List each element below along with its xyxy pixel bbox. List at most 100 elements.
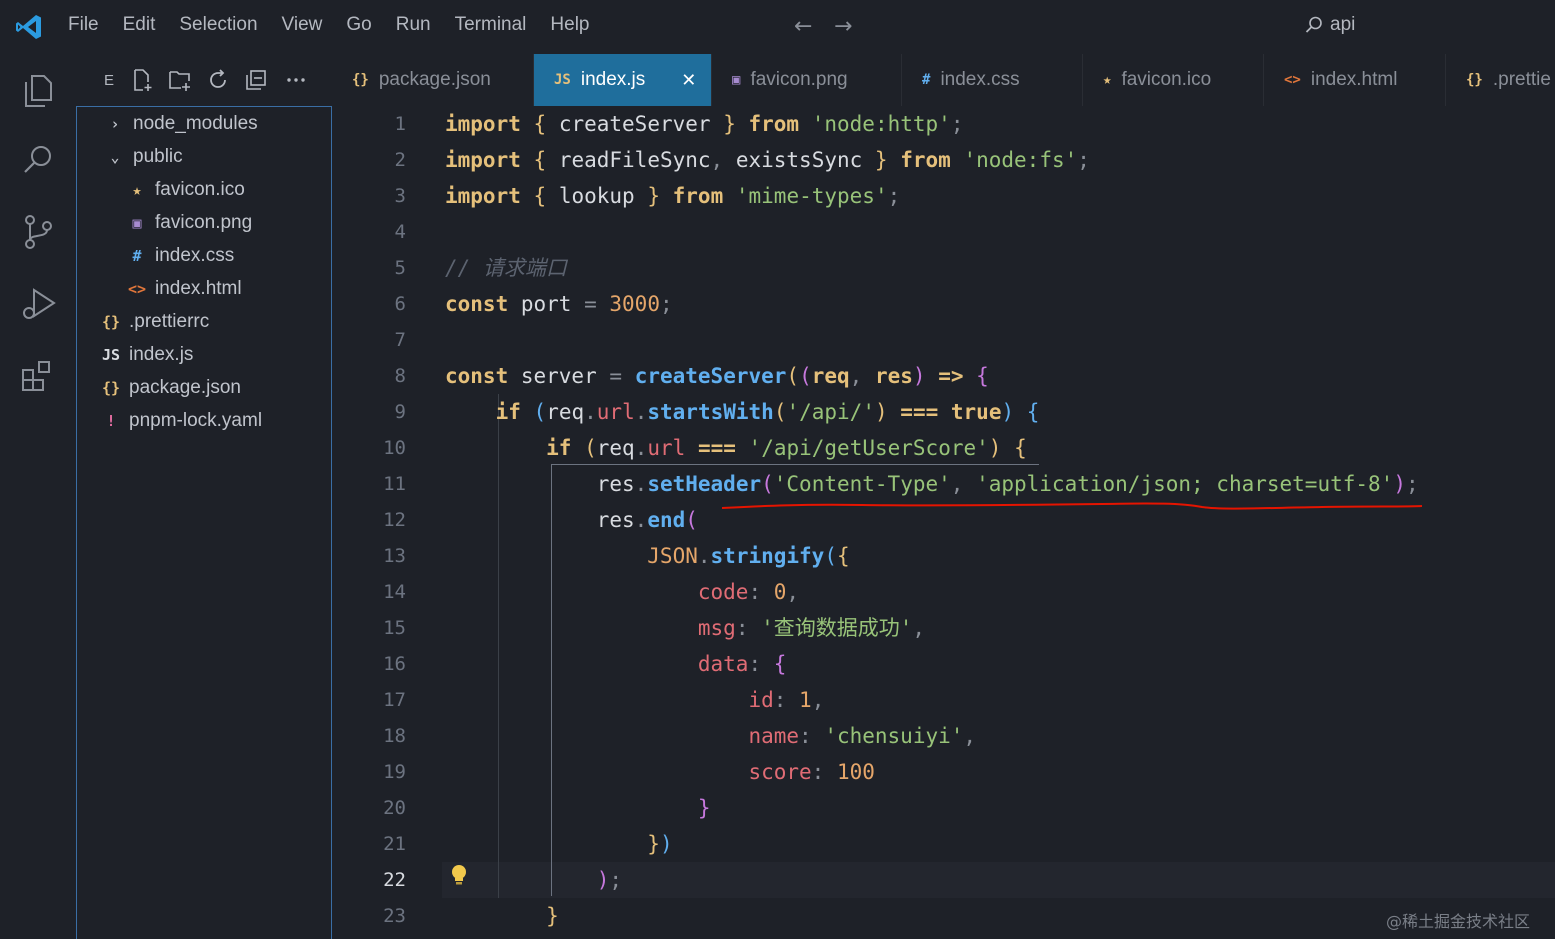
arrow-left-icon[interactable]: ← — [794, 14, 812, 39]
tree-item-index-html[interactable]: <> index.html — [127, 272, 242, 305]
file-type-icon: ! — [106, 411, 116, 430]
tab-label: .prettie — [1492, 69, 1551, 90]
tree-item-index-css[interactable]: # index.css — [127, 239, 234, 272]
extensions-icon[interactable] — [18, 356, 58, 396]
tab-label: index.css — [940, 69, 1020, 90]
line-number: 18 — [383, 725, 406, 747]
code-line: if (req.url.startsWith('/api/') === true… — [495, 400, 1040, 424]
menu-item-terminal[interactable]: Terminal — [443, 14, 539, 36]
explorer-toolbar: E — [76, 54, 332, 106]
refresh-icon[interactable] — [206, 68, 230, 92]
tab-prettie[interactable]: {} .prettie — [1446, 54, 1555, 106]
close-icon[interactable]: ✕ — [681, 70, 696, 91]
chevron-icon: › — [110, 114, 120, 133]
source-control-icon[interactable] — [18, 212, 58, 252]
tab-favicon-ico[interactable]: ★ favicon.ico — [1083, 54, 1264, 106]
tab-index-html[interactable]: <> index.html — [1264, 54, 1446, 106]
line-number: 7 — [394, 329, 406, 351]
line-number: 15 — [383, 617, 406, 639]
new-folder-icon[interactable] — [168, 68, 192, 92]
file-type-icon: # — [922, 72, 931, 88]
command-center[interactable]: api — [1304, 14, 1355, 36]
line-number: 8 — [394, 365, 406, 387]
code-line: code: 0, — [697, 580, 800, 604]
tree-item-package-json[interactable]: {} package.json — [101, 371, 241, 404]
tree-item-favicon-png[interactable]: ▣ favicon.png — [127, 206, 252, 239]
tab-package-json[interactable]: {} package.json — [332, 54, 534, 106]
file-type-icon: ★ — [132, 180, 142, 199]
line-number: 11 — [383, 473, 406, 495]
menu-item-file[interactable]: File — [56, 14, 111, 36]
code-editor[interactable]: 1 import { createServer } from 'node:http… — [332, 106, 1555, 939]
tree-item-prettierrc[interactable]: {} .prettierrc — [101, 305, 209, 338]
search-icon[interactable] — [18, 140, 58, 180]
run-debug-icon[interactable] — [18, 284, 58, 324]
file-type-icon: JS — [554, 72, 571, 88]
tab-index-js[interactable]: JS index.js ✕ — [534, 54, 712, 106]
code-line: // 请求端口 — [445, 256, 567, 280]
chevron-icon: ⌄ — [110, 147, 120, 166]
menu-item-help[interactable]: Help — [538, 14, 601, 36]
tree-item-label: public — [133, 145, 183, 167]
code-line: import { createServer } from 'node:http'… — [445, 112, 964, 136]
menu-item-selection[interactable]: Selection — [167, 14, 269, 36]
line-number: 3 — [394, 185, 406, 207]
new-file-icon[interactable] — [130, 68, 154, 92]
file-type-icon: {} — [352, 72, 369, 88]
code-line: JSON.stringify({ — [445, 544, 850, 568]
file-type-icon: {} — [101, 378, 121, 397]
file-type-icon: ▣ — [732, 72, 741, 88]
lightbulb-icon[interactable] — [450, 864, 468, 888]
tab-favicon-png[interactable]: ▣ favicon.png — [712, 54, 902, 106]
file-type-icon: ★ — [1103, 72, 1112, 88]
line-number: 19 — [383, 761, 406, 783]
code-line: ); — [596, 868, 623, 892]
watermark: @稀土掘金技术社区 — [1386, 912, 1531, 931]
line-number: 20 — [383, 797, 406, 819]
collapse-all-icon[interactable] — [244, 68, 268, 92]
menu-item-view[interactable]: View — [270, 14, 335, 36]
line-number: 2 — [394, 149, 406, 171]
arrow-right-icon[interactable]: → — [834, 14, 852, 39]
file-type-icon: {} — [101, 312, 121, 331]
line-number: 6 — [394, 293, 406, 315]
tree-item-label: node_modules — [133, 112, 258, 134]
menu-item-edit[interactable]: Edit — [111, 14, 168, 36]
line-number: 17 — [383, 689, 406, 711]
title-bar: File Edit Selection View Go Run Terminal Help ←… — [0, 0, 1555, 54]
code-line: import { readFileSync, existsSync } from… — [445, 148, 1090, 172]
more-actions-icon[interactable] — [284, 68, 308, 92]
tree-item-public[interactable]: ⌄ public — [105, 140, 183, 173]
line-number: 21 — [383, 833, 406, 855]
tree-item-label: pnpm-lock.yaml — [129, 409, 263, 431]
code-line: msg: '查询数据成功', — [697, 616, 926, 640]
tree-item-label: index.css — [155, 244, 235, 266]
search-icon — [1305, 16, 1322, 33]
file-type-icon: JS — [101, 345, 121, 364]
tree-item-label: favicon.ico — [155, 178, 245, 200]
line-number: 14 — [383, 581, 406, 603]
line-number: 23 — [383, 905, 406, 927]
code-line: res.end( — [445, 508, 698, 532]
menu-item-run[interactable]: Run — [384, 14, 443, 36]
code-line: data: { — [697, 652, 787, 676]
menu-item-go[interactable]: Go — [334, 14, 383, 36]
line-number: 1 — [394, 113, 406, 135]
code-line: } — [546, 904, 559, 928]
file-type-icon: {} — [1466, 72, 1483, 88]
tab-label: index.js — [580, 69, 646, 90]
tree-item-label: favicon.png — [155, 211, 253, 233]
line-number: 22 — [383, 869, 406, 891]
tree-item-label: .prettierrc — [129, 310, 210, 332]
line-number: 16 — [383, 653, 406, 675]
files-icon[interactable] — [18, 70, 58, 110]
tree-item-favicon-ico[interactable]: ★ favicon.ico — [127, 173, 245, 206]
tree-item-pnpm-lock-yaml[interactable]: ! pnpm-lock.yaml — [101, 404, 262, 437]
tree-item-node-modules[interactable]: › node_modules — [105, 107, 258, 140]
code-line: name: 'chensuiyi', — [748, 724, 977, 748]
code-line: const port = 3000; — [445, 292, 673, 316]
tree-item-index-js[interactable]: JS index.js — [101, 338, 193, 371]
tab-index-css[interactable]: # index.css — [902, 54, 1083, 106]
code-line: }) — [647, 832, 673, 856]
editor-tabs: {} package.json JS index.js ✕ ▣ favicon.png # in… — [332, 54, 1555, 106]
